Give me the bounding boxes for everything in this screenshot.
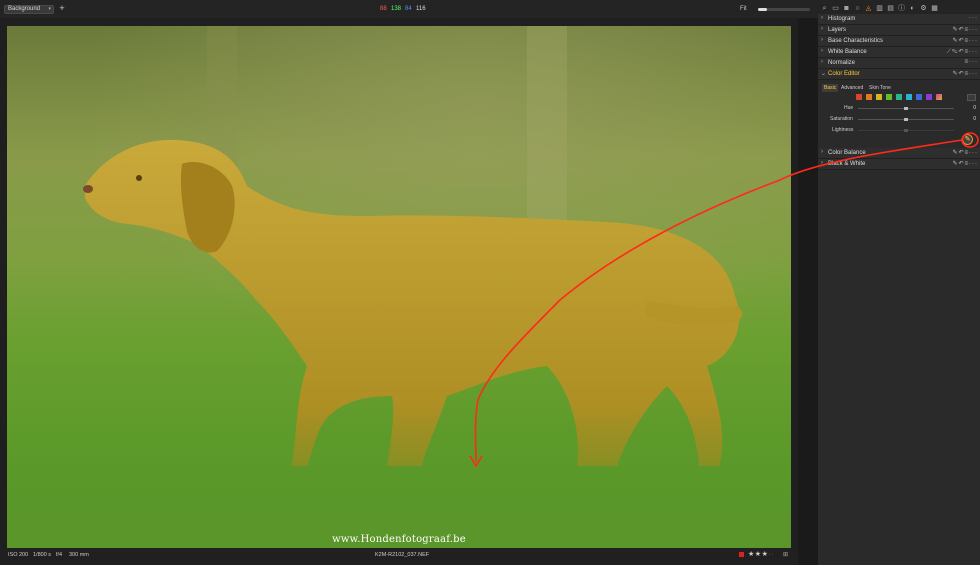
tool-actions-icon[interactable]: ✎↶≡···	[952, 149, 978, 156]
search-icon[interactable]: ⌕	[820, 4, 829, 14]
focal-length-value: 300 mm	[69, 552, 89, 558]
tool-title: Color Balance	[828, 150, 866, 156]
readout-green: 138	[391, 6, 402, 12]
saturation-slider-knob[interactable]	[904, 118, 908, 121]
saturation-label: Saturation	[830, 116, 853, 122]
chevron-right-icon: ›	[821, 48, 823, 54]
readout-lightness: 116	[416, 6, 426, 12]
tool-base-characteristics[interactable]: › Base Characteristics ✎↶≡···	[818, 36, 980, 47]
tab-basic[interactable]: Basic	[822, 84, 839, 92]
shutter-value: 1/800 s	[33, 552, 52, 558]
tool-title: Color Editor	[828, 71, 860, 77]
chevron-down-icon: ▾	[48, 6, 51, 12]
swatch-red[interactable]	[856, 94, 862, 100]
watermark-text: www.Hondenfotograaf.be	[332, 534, 466, 545]
chevron-right-icon: ›	[821, 15, 823, 21]
hue-label: Hue	[844, 105, 854, 111]
tool-layers[interactable]: › Layers ✎↶≡···	[818, 25, 980, 36]
tab-skin-tone[interactable]: Skin Tone	[867, 84, 893, 92]
tool-title: Black & White	[828, 161, 866, 167]
file-name: K2M-R2102_037.NEF	[375, 552, 430, 558]
aperture-value: f/4	[56, 552, 63, 558]
tool-color-editor[interactable]: ⌄ Color Editor ✎↶≡···	[818, 69, 980, 80]
grid-view-icon[interactable]: ⊞	[783, 551, 788, 558]
stack-icon[interactable]: ▤	[886, 4, 895, 14]
gear-icon[interactable]: ⚙	[919, 4, 928, 14]
swatch-preview	[967, 94, 976, 101]
color-tag[interactable]	[739, 552, 744, 557]
photo-illustration	[7, 26, 791, 549]
folder-icon[interactable]: ▭	[831, 4, 840, 14]
star-empty-icon[interactable]: ·	[771, 551, 774, 558]
swatch-teal[interactable]	[896, 94, 902, 100]
lightness-label: Lightness	[832, 127, 854, 133]
tool-actions-icon[interactable]: ✎↶≡···	[952, 70, 978, 77]
more-icon[interactable]: ···	[969, 15, 978, 21]
hue-value[interactable]: 0	[956, 105, 976, 111]
tool-title: White Balance	[828, 49, 867, 55]
readout-blue: 84	[405, 6, 412, 12]
chevron-right-icon: ›	[821, 26, 823, 32]
chevron-right-icon: ›	[821, 37, 823, 43]
iso-value: ISO 200	[8, 552, 29, 558]
lens-icon[interactable]: ○	[853, 4, 862, 14]
star-rating[interactable]: ★★★··	[748, 550, 774, 558]
swatch-yellow[interactable]	[876, 94, 882, 100]
photo-dog[interactable]: www.Hondenfotograaf.be	[7, 26, 791, 549]
zoom-slider-fill	[758, 8, 767, 11]
swatch-green[interactable]	[886, 94, 892, 100]
readout-red: 88	[380, 6, 387, 12]
adjust-icon[interactable]: ◐	[908, 4, 917, 14]
tool-normalize[interactable]: › Normalize ≡···	[818, 58, 980, 69]
chevron-right-icon: ›	[821, 149, 823, 155]
tool-title: Layers	[828, 27, 847, 33]
star-icon[interactable]: ★	[748, 551, 755, 558]
add-layer-button[interactable]: +	[58, 4, 66, 13]
lightness-slider-knob[interactable]	[904, 129, 908, 132]
saturation-value[interactable]: 0	[956, 116, 976, 122]
grid-icon[interactable]: ▦	[930, 4, 939, 14]
tool-actions-icon[interactable]: ✎↶≡···	[952, 160, 978, 167]
hue-slider-knob[interactable]	[904, 107, 908, 110]
tool-actions-icon[interactable]: ✎↶≡···	[952, 37, 978, 44]
tool-black-white[interactable]: › Black & White ✎↶≡···	[818, 159, 980, 170]
tool-actions-icon[interactable]: ✎↶≡···	[952, 26, 978, 33]
layer-select[interactable]: Background ▾	[4, 5, 54, 14]
swatch-orange[interactable]	[866, 94, 872, 100]
tool-color-balance[interactable]: › Color Balance ✎↶≡···	[818, 148, 980, 159]
swatch-cyan[interactable]	[906, 94, 912, 100]
tool-actions-icon[interactable]: ≡···	[965, 59, 979, 65]
tool-actions-icon[interactable]: ⟋✎↶≡···	[947, 48, 978, 56]
color-picker-icon[interactable]: ✎	[962, 134, 973, 145]
chevron-right-icon: ›	[821, 160, 823, 166]
tool-title: Normalize	[828, 60, 856, 66]
tool-title: Histogram	[828, 16, 856, 22]
tab-advanced[interactable]: Advanced	[839, 84, 865, 92]
layer-select-value: Background	[8, 6, 41, 12]
tool-white-balance[interactable]: › White Balance ⟋✎↶≡···	[818, 47, 980, 58]
chevron-down-icon: ⌄	[821, 71, 827, 77]
star-icon[interactable]: ★	[755, 551, 762, 558]
tool-histogram[interactable]: › Histogram ···	[818, 14, 980, 25]
swatch-blue[interactable]	[916, 94, 922, 100]
camera-icon[interactable]: ◙	[842, 4, 851, 14]
info-icon[interactable]: ⓘ	[897, 4, 906, 14]
panel-divider	[798, 18, 818, 565]
swatch-all[interactable]	[936, 94, 942, 100]
swatch-purple[interactable]	[926, 94, 932, 100]
zoom-fit-label[interactable]: Fit	[740, 6, 747, 12]
zoom-slider[interactable]	[758, 8, 810, 11]
levels-icon[interactable]: ▥	[875, 4, 884, 14]
color-icon[interactable]: ◬	[864, 4, 873, 14]
chevron-right-icon: ›	[821, 59, 823, 65]
tool-title: Base Characteristics	[828, 38, 884, 44]
